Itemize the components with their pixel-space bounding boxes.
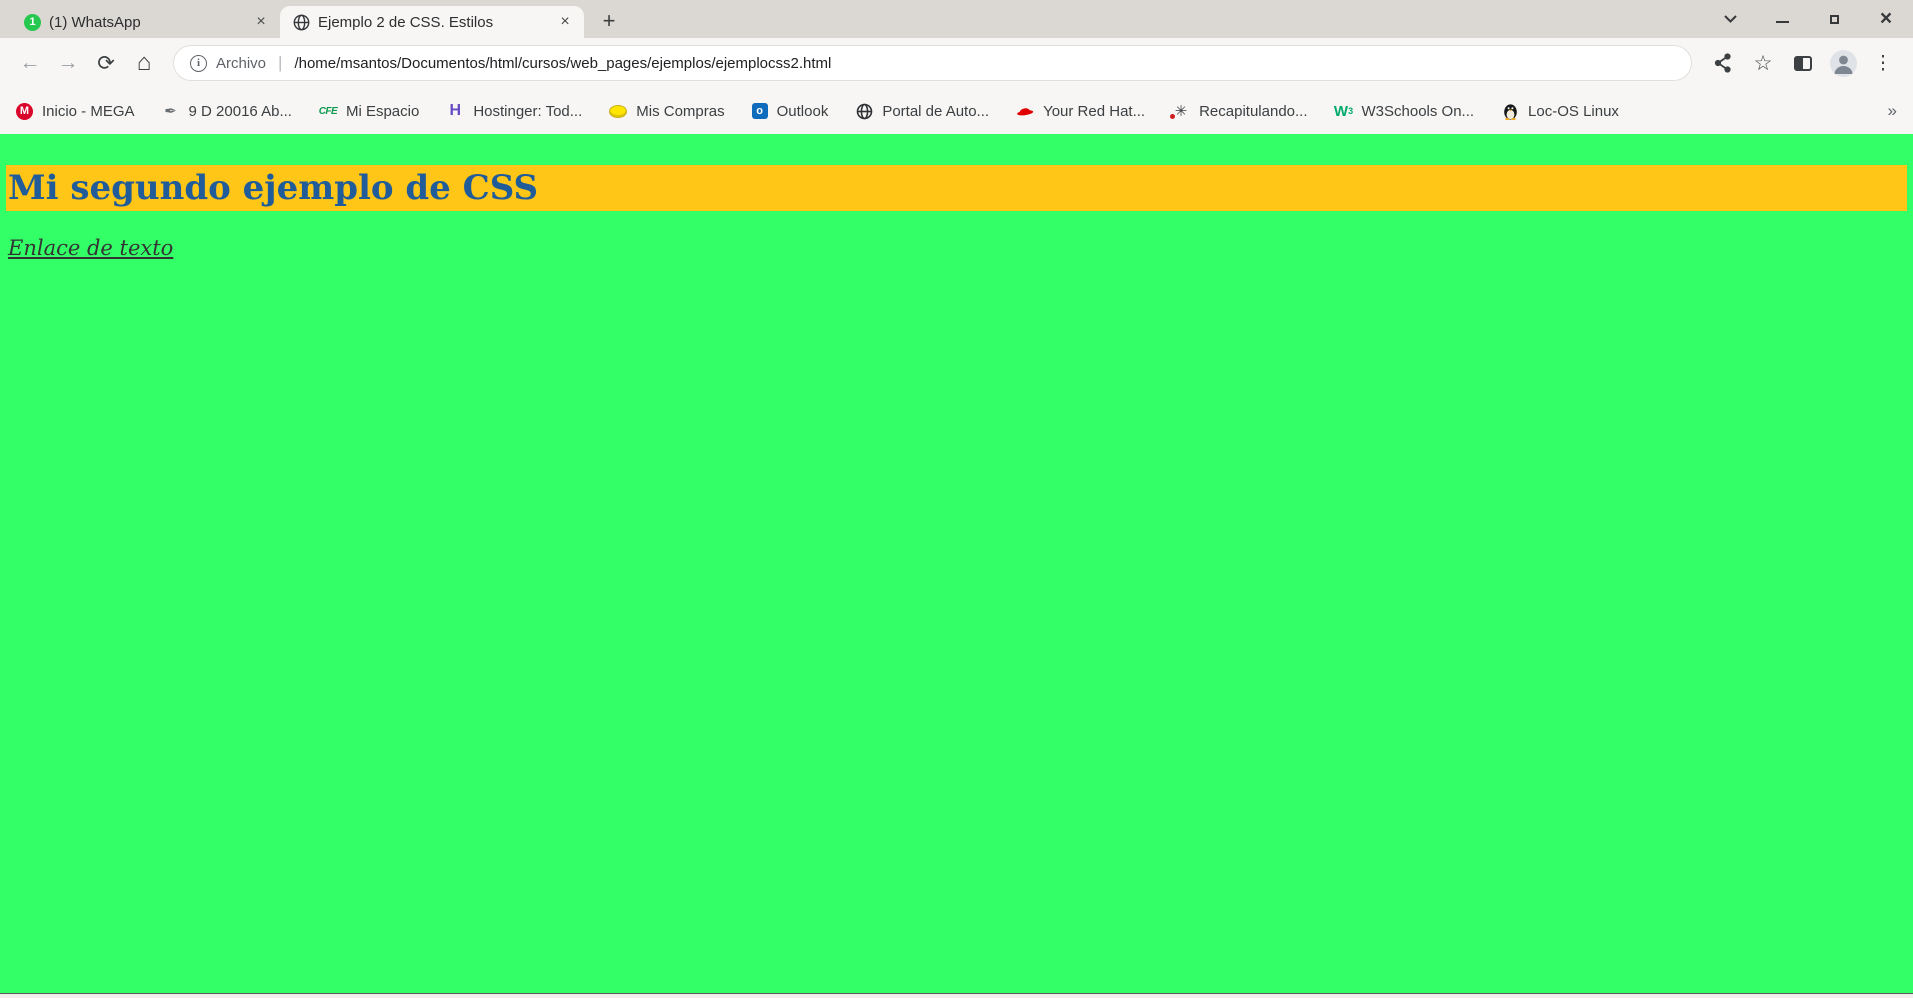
tab-title: Ejemplo 2 de CSS. Estilos bbox=[318, 14, 548, 31]
bookmarks-bar: M Inicio - MEGA ✒ 9 D 20016 Ab... CFE Mi… bbox=[0, 88, 1913, 134]
penguin-icon bbox=[1501, 102, 1519, 120]
maximize-button[interactable] bbox=[1823, 8, 1845, 30]
url-scheme-label: Archivo bbox=[216, 55, 266, 72]
bookmark-hostinger[interactable]: H Hostinger: Tod... bbox=[446, 102, 582, 120]
url-text[interactable]: /home/msantos/Documentos/html/cursos/web… bbox=[294, 55, 831, 72]
window-controls: × bbox=[1719, 0, 1897, 38]
redhat-icon bbox=[1016, 102, 1034, 120]
reload-icon[interactable]: ⟳ bbox=[90, 47, 122, 79]
tab-search-chevron-icon[interactable] bbox=[1719, 8, 1741, 30]
globe-icon bbox=[292, 13, 310, 31]
bookmarks-overflow-chevron[interactable]: » bbox=[1888, 101, 1897, 121]
minimize-button[interactable] bbox=[1771, 8, 1793, 30]
bookmark-label: Recapitulando... bbox=[1199, 103, 1307, 120]
window-bottom-edge bbox=[0, 993, 1913, 998]
bookmark-mi-espacio[interactable]: CFE Mi Espacio bbox=[319, 102, 419, 120]
bookmark-recapitulando[interactable]: ✳ Recapitulando... bbox=[1172, 102, 1307, 120]
close-window-button[interactable]: × bbox=[1875, 8, 1897, 30]
outlook-icon: o bbox=[752, 103, 768, 119]
mega-icon: M bbox=[16, 103, 33, 120]
bookmark-label: Your Red Hat... bbox=[1043, 103, 1145, 120]
quill-icon: ✒ bbox=[162, 102, 180, 120]
tab-whatsapp[interactable]: 1 (1) WhatsApp × bbox=[12, 6, 280, 38]
bookmark-label: W3Schools On... bbox=[1362, 103, 1475, 120]
browser-toolbar: ← → ⟳ ⌂ i Archivo | /home/msantos/Docume… bbox=[0, 38, 1913, 88]
bookmark-star-icon[interactable]: ☆ bbox=[1747, 47, 1779, 79]
mercadolibre-icon bbox=[609, 102, 627, 120]
cfe-icon: CFE bbox=[319, 102, 337, 120]
tab-strip: 1 (1) WhatsApp × Ejemplo 2 de CSS. Estil… bbox=[0, 0, 1913, 38]
bookmark-9d20016[interactable]: ✒ 9 D 20016 Ab... bbox=[162, 102, 292, 120]
bookmark-inicio-mega[interactable]: M Inicio - MEGA bbox=[16, 103, 135, 120]
side-panel-icon[interactable] bbox=[1787, 47, 1819, 79]
bookmark-portal-auto[interactable]: Portal de Auto... bbox=[855, 102, 989, 120]
tab-ejemplo-css[interactable]: Ejemplo 2 de CSS. Estilos × bbox=[280, 6, 584, 38]
toolbar-actions: ☆ ⋮ bbox=[1707, 47, 1899, 79]
forward-icon[interactable]: → bbox=[52, 47, 84, 79]
browser-window: 1 (1) WhatsApp × Ejemplo 2 de CSS. Estil… bbox=[0, 0, 1913, 998]
url-divider: | bbox=[275, 53, 285, 73]
bookmark-label: Inicio - MEGA bbox=[42, 103, 135, 120]
bookmark-red-hat[interactable]: Your Red Hat... bbox=[1016, 102, 1145, 120]
home-icon[interactable]: ⌂ bbox=[128, 47, 160, 79]
page-content: Mi segundo ejemplo de CSS Enlace de text… bbox=[0, 134, 1913, 993]
profile-avatar-icon[interactable] bbox=[1827, 47, 1859, 79]
globe-icon bbox=[855, 102, 873, 120]
close-tab-icon[interactable]: × bbox=[252, 13, 270, 31]
back-icon[interactable]: ← bbox=[14, 47, 46, 79]
bookmark-outlook[interactable]: o Outlook bbox=[752, 103, 829, 120]
text-link[interactable]: Enlace de texto bbox=[8, 236, 173, 260]
bookmark-label: Loc-OS Linux bbox=[1528, 103, 1619, 120]
whatsapp-badge-icon: 1 bbox=[24, 14, 41, 31]
bookmark-label: Hostinger: Tod... bbox=[473, 103, 582, 120]
bookmark-label: Mi Espacio bbox=[346, 103, 419, 120]
page-info-icon[interactable]: i bbox=[190, 55, 207, 72]
asterisk-icon: ✳ bbox=[1172, 102, 1190, 120]
bookmark-w3schools[interactable]: W3 W3Schools On... bbox=[1335, 102, 1475, 120]
bookmark-locos-linux[interactable]: Loc-OS Linux bbox=[1501, 102, 1619, 120]
hostinger-icon: H bbox=[446, 102, 464, 120]
browser-menu-icon[interactable]: ⋮ bbox=[1867, 47, 1899, 79]
bookmark-label: Mis Compras bbox=[636, 103, 724, 120]
new-tab-button[interactable]: + bbox=[594, 6, 624, 36]
bookmark-label: Outlook bbox=[777, 103, 829, 120]
bookmark-label: Portal de Auto... bbox=[882, 103, 989, 120]
bookmark-mis-compras[interactable]: Mis Compras bbox=[609, 102, 724, 120]
w3schools-icon: W3 bbox=[1335, 102, 1353, 120]
address-bar[interactable]: i Archivo | /home/msantos/Documentos/htm… bbox=[174, 46, 1691, 80]
page-title: Mi segundo ejemplo de CSS bbox=[6, 165, 1907, 211]
close-tab-icon[interactable]: × bbox=[556, 13, 574, 31]
share-icon[interactable] bbox=[1707, 47, 1739, 79]
bookmark-label: 9 D 20016 Ab... bbox=[189, 103, 292, 120]
tab-title: (1) WhatsApp bbox=[49, 14, 244, 31]
